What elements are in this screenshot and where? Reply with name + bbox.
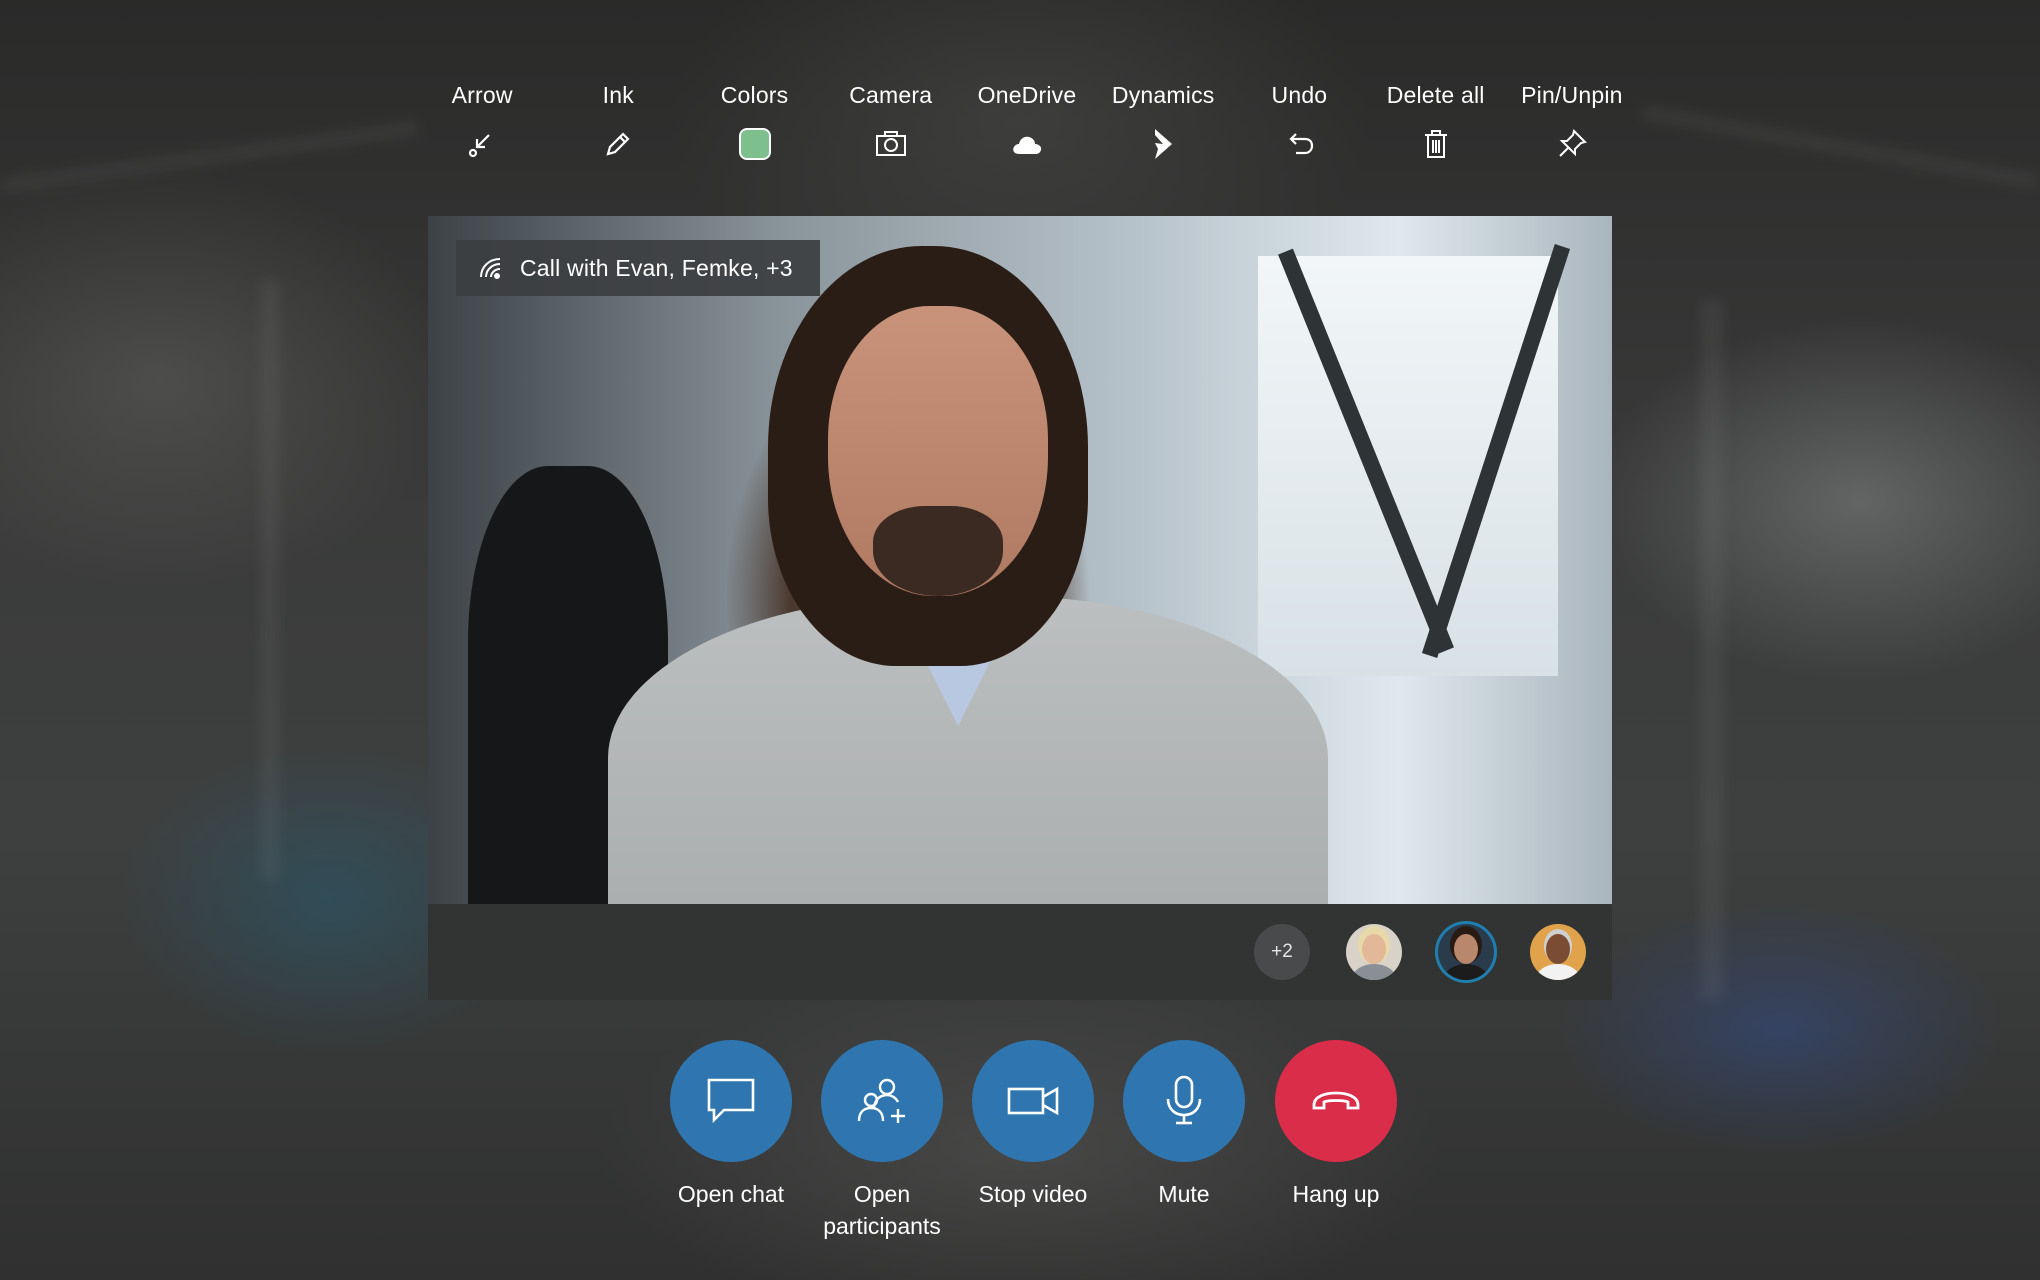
call-controls: Open chat Open participants Stop video M… — [656, 1040, 1397, 1260]
signal-icon — [480, 258, 501, 279]
open-participants-label: Open participants — [823, 1178, 941, 1242]
open-chat-label: Open chat — [677, 1181, 785, 1207]
avatar-shoulders — [1444, 964, 1488, 980]
avatar-head — [1362, 934, 1386, 964]
tool-delete-all[interactable]: Delete all — [1368, 80, 1504, 180]
open-participants-button[interactable]: Open participants — [807, 1040, 957, 1242]
open-chat-button[interactable]: Open chat — [656, 1040, 806, 1210]
color-swatch-wrap — [735, 124, 775, 164]
call-title-badge[interactable]: Call with Evan, Femke, +3 — [456, 240, 820, 296]
open-participants-label-line1: Open — [853, 1181, 911, 1207]
tool-camera-label: Camera — [849, 82, 933, 108]
stop-video-circle — [972, 1040, 1094, 1162]
arrow-icon — [462, 124, 502, 164]
video-feed — [428, 216, 1612, 904]
participant-avatar-active[interactable] — [1438, 924, 1494, 980]
tool-dynamics-label: Dynamics — [1111, 82, 1215, 108]
person-beard — [873, 506, 1003, 596]
hang-up-circle — [1275, 1040, 1397, 1162]
open-participants-label-line2: participants — [823, 1213, 941, 1239]
tool-dynamics[interactable]: Dynamics — [1095, 80, 1231, 180]
tool-onedrive[interactable]: OneDrive — [959, 80, 1095, 180]
undo-icon — [1279, 124, 1319, 164]
dynamics-icon — [1143, 124, 1183, 164]
tool-undo-label: Undo — [1271, 82, 1328, 108]
tool-pin-label: Pin/Unpin — [1521, 82, 1623, 108]
avatar-shoulders — [1352, 964, 1396, 980]
mute-label: Mute — [1158, 1181, 1210, 1207]
holo-toolbar: Arrow Ink Colors Camera OneDrive Dynamic… — [414, 80, 1640, 180]
add-people-icon — [857, 1078, 905, 1123]
hang-up-icon — [1312, 1091, 1360, 1110]
tool-ink[interactable]: Ink — [550, 80, 686, 180]
call-title: Call with Evan, Femke, +3 — [520, 254, 793, 281]
tool-delete-all-label: Delete all — [1386, 82, 1485, 108]
trash-icon — [1416, 124, 1456, 164]
open-chat-circle — [670, 1040, 792, 1162]
tool-arrow[interactable]: Arrow — [414, 80, 550, 180]
stop-video-button[interactable]: Stop video — [958, 1040, 1108, 1210]
stop-video-label: Stop video — [978, 1181, 1088, 1207]
mute-button[interactable]: Mute — [1109, 1040, 1259, 1210]
microphone-icon — [1166, 1075, 1202, 1125]
avatar-shoulders — [1536, 964, 1580, 980]
tool-colors[interactable]: Colors — [686, 80, 822, 180]
tool-ink-label: Ink — [602, 82, 634, 108]
hang-up-button[interactable]: Hang up — [1261, 1040, 1411, 1210]
tool-undo[interactable]: Undo — [1231, 80, 1367, 180]
tool-camera[interactable]: Camera — [823, 80, 959, 180]
tool-arrow-label: Arrow — [451, 82, 513, 108]
participant-avatar[interactable] — [1346, 924, 1402, 980]
avatar-head — [1454, 934, 1478, 964]
more-participants-badge[interactable]: +2 — [1254, 924, 1310, 980]
tool-onedrive-label: OneDrive — [977, 82, 1077, 108]
hang-up-label: Hang up — [1292, 1181, 1380, 1207]
participant-avatar[interactable] — [1530, 924, 1586, 980]
mute-circle — [1123, 1040, 1245, 1162]
avatar-head — [1546, 934, 1570, 964]
background-window — [1258, 256, 1558, 676]
tool-colors-label: Colors — [720, 82, 789, 108]
camera-icon — [871, 124, 911, 164]
pen-icon — [598, 124, 638, 164]
chat-icon — [707, 1078, 755, 1124]
tool-pin[interactable]: Pin/Unpin — [1504, 80, 1640, 180]
open-participants-circle — [821, 1040, 943, 1162]
color-swatch — [738, 128, 771, 160]
pin-icon — [1552, 124, 1592, 164]
cloud-icon — [1007, 124, 1047, 164]
video-camera-icon — [1007, 1086, 1059, 1116]
participants-bar — [428, 904, 1612, 1000]
